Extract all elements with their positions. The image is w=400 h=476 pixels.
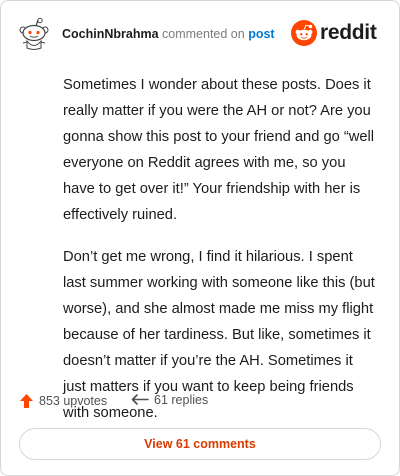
upvote-button[interactable]: 853 upvotes: [19, 393, 107, 409]
reddit-logo[interactable]: reddit: [291, 19, 383, 47]
comment-body: Sometimes I wonder about these posts. Do…: [63, 72, 375, 442]
replies-button[interactable]: 61 replies: [131, 393, 208, 407]
comment-paragraph: Sometimes I wonder about these posts. Do…: [63, 77, 375, 223]
comment-card: CochinNbrahma commented on post reddit S…: [0, 0, 400, 476]
comment-paragraph: Don’t get me wrong, I find it hilarious.…: [63, 249, 375, 421]
reply-arrow-icon: [131, 394, 149, 405]
username-link[interactable]: CochinNbrahma: [62, 27, 159, 41]
reply-count: 61 replies: [154, 393, 209, 407]
reddit-snoo-icon: [291, 20, 317, 46]
byline: CochinNbrahma commented on post: [62, 26, 275, 42]
commented-on-label: commented on: [162, 27, 245, 41]
reddit-wordmark: reddit: [320, 21, 377, 44]
view-comments-button[interactable]: View 61 comments: [19, 428, 381, 460]
post-link[interactable]: post: [248, 27, 274, 41]
snoo-avatar-icon[interactable]: [17, 17, 51, 51]
upvote-arrow-icon: [20, 394, 33, 408]
comment-header: CochinNbrahma commented on post reddit: [17, 17, 383, 51]
upvote-count: 853 upvotes: [39, 394, 108, 408]
